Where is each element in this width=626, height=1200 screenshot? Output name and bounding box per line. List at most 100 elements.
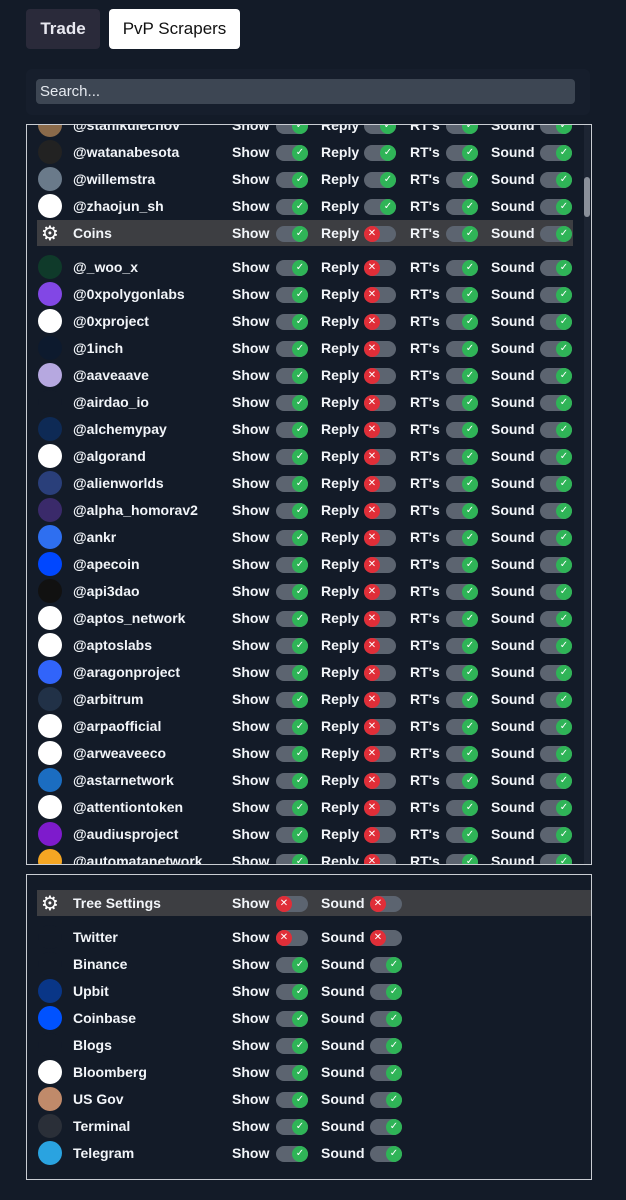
show-toggle[interactable]: ✓ <box>276 957 308 973</box>
reply-toggle[interactable]: ✕ <box>364 665 396 681</box>
reply-toggle[interactable]: ✕ <box>364 530 396 546</box>
sound-toggle[interactable]: ✓ <box>540 692 572 708</box>
sound-toggle[interactable]: ✓ <box>540 172 572 188</box>
rts-toggle[interactable]: ✓ <box>446 172 478 188</box>
show-toggle[interactable]: ✓ <box>276 1065 308 1081</box>
show-toggle[interactable]: ✓ <box>276 1092 308 1108</box>
sound-toggle[interactable]: ✓ <box>540 719 572 735</box>
sound-toggle[interactable]: ✓ <box>540 449 572 465</box>
rts-toggle[interactable]: ✓ <box>446 145 478 161</box>
sound-toggle[interactable]: ✓ <box>370 1119 402 1135</box>
rts-toggle[interactable]: ✓ <box>446 746 478 762</box>
sound-toggle[interactable]: ✓ <box>540 827 572 843</box>
show-toggle[interactable]: ✓ <box>276 449 308 465</box>
sound-toggle[interactable]: ✓ <box>540 746 572 762</box>
sound-toggle[interactable]: ✓ <box>370 984 402 1000</box>
rts-toggle[interactable]: ✓ <box>446 827 478 843</box>
reply-toggle[interactable]: ✓ <box>364 145 396 161</box>
sound-toggle[interactable]: ✓ <box>540 226 572 242</box>
sound-toggle[interactable]: ✓ <box>540 773 572 789</box>
show-toggle[interactable]: ✓ <box>276 1038 308 1054</box>
rts-toggle[interactable]: ✓ <box>446 557 478 573</box>
rts-toggle[interactable]: ✓ <box>446 800 478 816</box>
show-toggle[interactable]: ✓ <box>276 692 308 708</box>
reply-toggle[interactable]: ✕ <box>364 260 396 276</box>
show-toggle[interactable]: ✓ <box>276 145 308 161</box>
show-toggle[interactable]: ✓ <box>276 665 308 681</box>
show-toggle[interactable]: ✓ <box>276 226 308 242</box>
sound-toggle[interactable]: ✓ <box>540 800 572 816</box>
sound-toggle[interactable]: ✓ <box>540 557 572 573</box>
rts-toggle[interactable]: ✓ <box>446 341 478 357</box>
show-toggle[interactable]: ✓ <box>276 125 308 134</box>
rts-toggle[interactable]: ✓ <box>446 611 478 627</box>
sound-toggle[interactable]: ✓ <box>370 1065 402 1081</box>
reply-toggle[interactable]: ✕ <box>364 503 396 519</box>
sound-toggle[interactable]: ✕ <box>370 930 402 946</box>
reply-toggle[interactable]: ✕ <box>364 287 396 303</box>
show-toggle[interactable]: ✓ <box>276 719 308 735</box>
sound-toggle[interactable]: ✓ <box>370 1038 402 1054</box>
reply-toggle[interactable]: ✕ <box>364 557 396 573</box>
rts-toggle[interactable]: ✓ <box>446 260 478 276</box>
rts-toggle[interactable]: ✓ <box>446 719 478 735</box>
show-toggle[interactable]: ✓ <box>276 800 308 816</box>
reply-toggle[interactable]: ✕ <box>364 827 396 843</box>
show-toggle[interactable]: ✓ <box>276 611 308 627</box>
rts-toggle[interactable]: ✓ <box>446 226 478 242</box>
rts-toggle[interactable]: ✓ <box>446 638 478 654</box>
rts-toggle[interactable]: ✓ <box>446 199 478 215</box>
rts-toggle[interactable]: ✓ <box>446 476 478 492</box>
show-toggle[interactable]: ✓ <box>276 557 308 573</box>
reply-toggle[interactable]: ✕ <box>364 746 396 762</box>
reply-toggle[interactable]: ✕ <box>364 638 396 654</box>
reply-toggle[interactable]: ✕ <box>364 341 396 357</box>
reply-toggle[interactable]: ✓ <box>364 172 396 188</box>
rts-toggle[interactable]: ✓ <box>446 449 478 465</box>
show-toggle[interactable]: ✓ <box>276 314 308 330</box>
coins-panel[interactable]: @stanikulechov Show ✓ Reply ✓ RT's ✓ Sound ✓ @wat… <box>26 124 592 865</box>
reply-toggle[interactable]: ✓ <box>364 125 396 134</box>
show-toggle[interactable]: ✕ <box>276 930 308 946</box>
show-toggle[interactable]: ✓ <box>276 368 308 384</box>
reply-toggle[interactable]: ✕ <box>364 395 396 411</box>
show-toggle[interactable]: ✓ <box>276 773 308 789</box>
sound-toggle[interactable]: ✓ <box>540 125 572 134</box>
sound-toggle[interactable]: ✓ <box>540 530 572 546</box>
show-toggle[interactable]: ✓ <box>276 1011 308 1027</box>
show-toggle[interactable]: ✕ <box>276 896 308 912</box>
reply-toggle[interactable]: ✕ <box>364 226 396 242</box>
reply-toggle[interactable]: ✕ <box>364 368 396 384</box>
show-toggle[interactable]: ✓ <box>276 287 308 303</box>
search-input[interactable] <box>36 79 575 104</box>
rts-toggle[interactable]: ✓ <box>446 854 478 864</box>
reply-toggle[interactable]: ✕ <box>364 611 396 627</box>
sound-toggle[interactable]: ✓ <box>540 199 572 215</box>
sound-toggle[interactable]: ✓ <box>540 665 572 681</box>
rts-toggle[interactable]: ✓ <box>446 530 478 546</box>
show-toggle[interactable]: ✓ <box>276 395 308 411</box>
reply-toggle[interactable]: ✕ <box>364 422 396 438</box>
reply-toggle[interactable]: ✕ <box>364 584 396 600</box>
sound-toggle[interactable]: ✓ <box>540 395 572 411</box>
sound-toggle[interactable]: ✓ <box>540 260 572 276</box>
sound-toggle[interactable]: ✓ <box>540 145 572 161</box>
tab-trade[interactable]: Trade <box>26 9 100 49</box>
show-toggle[interactable]: ✓ <box>276 746 308 762</box>
sound-toggle[interactable]: ✓ <box>540 476 572 492</box>
sound-toggle[interactable]: ✓ <box>370 1011 402 1027</box>
show-toggle[interactable]: ✓ <box>276 984 308 1000</box>
show-toggle[interactable]: ✓ <box>276 422 308 438</box>
rts-toggle[interactable]: ✓ <box>446 665 478 681</box>
sound-toggle[interactable]: ✓ <box>370 1146 402 1162</box>
sound-toggle[interactable]: ✓ <box>540 584 572 600</box>
sound-toggle[interactable]: ✓ <box>370 957 402 973</box>
reply-toggle[interactable]: ✕ <box>364 719 396 735</box>
show-toggle[interactable]: ✓ <box>276 1146 308 1162</box>
sound-toggle[interactable]: ✓ <box>540 611 572 627</box>
sound-toggle[interactable]: ✕ <box>370 896 402 912</box>
reply-toggle[interactable]: ✕ <box>364 800 396 816</box>
rts-toggle[interactable]: ✓ <box>446 422 478 438</box>
rts-toggle[interactable]: ✓ <box>446 584 478 600</box>
show-toggle[interactable]: ✓ <box>276 1119 308 1135</box>
